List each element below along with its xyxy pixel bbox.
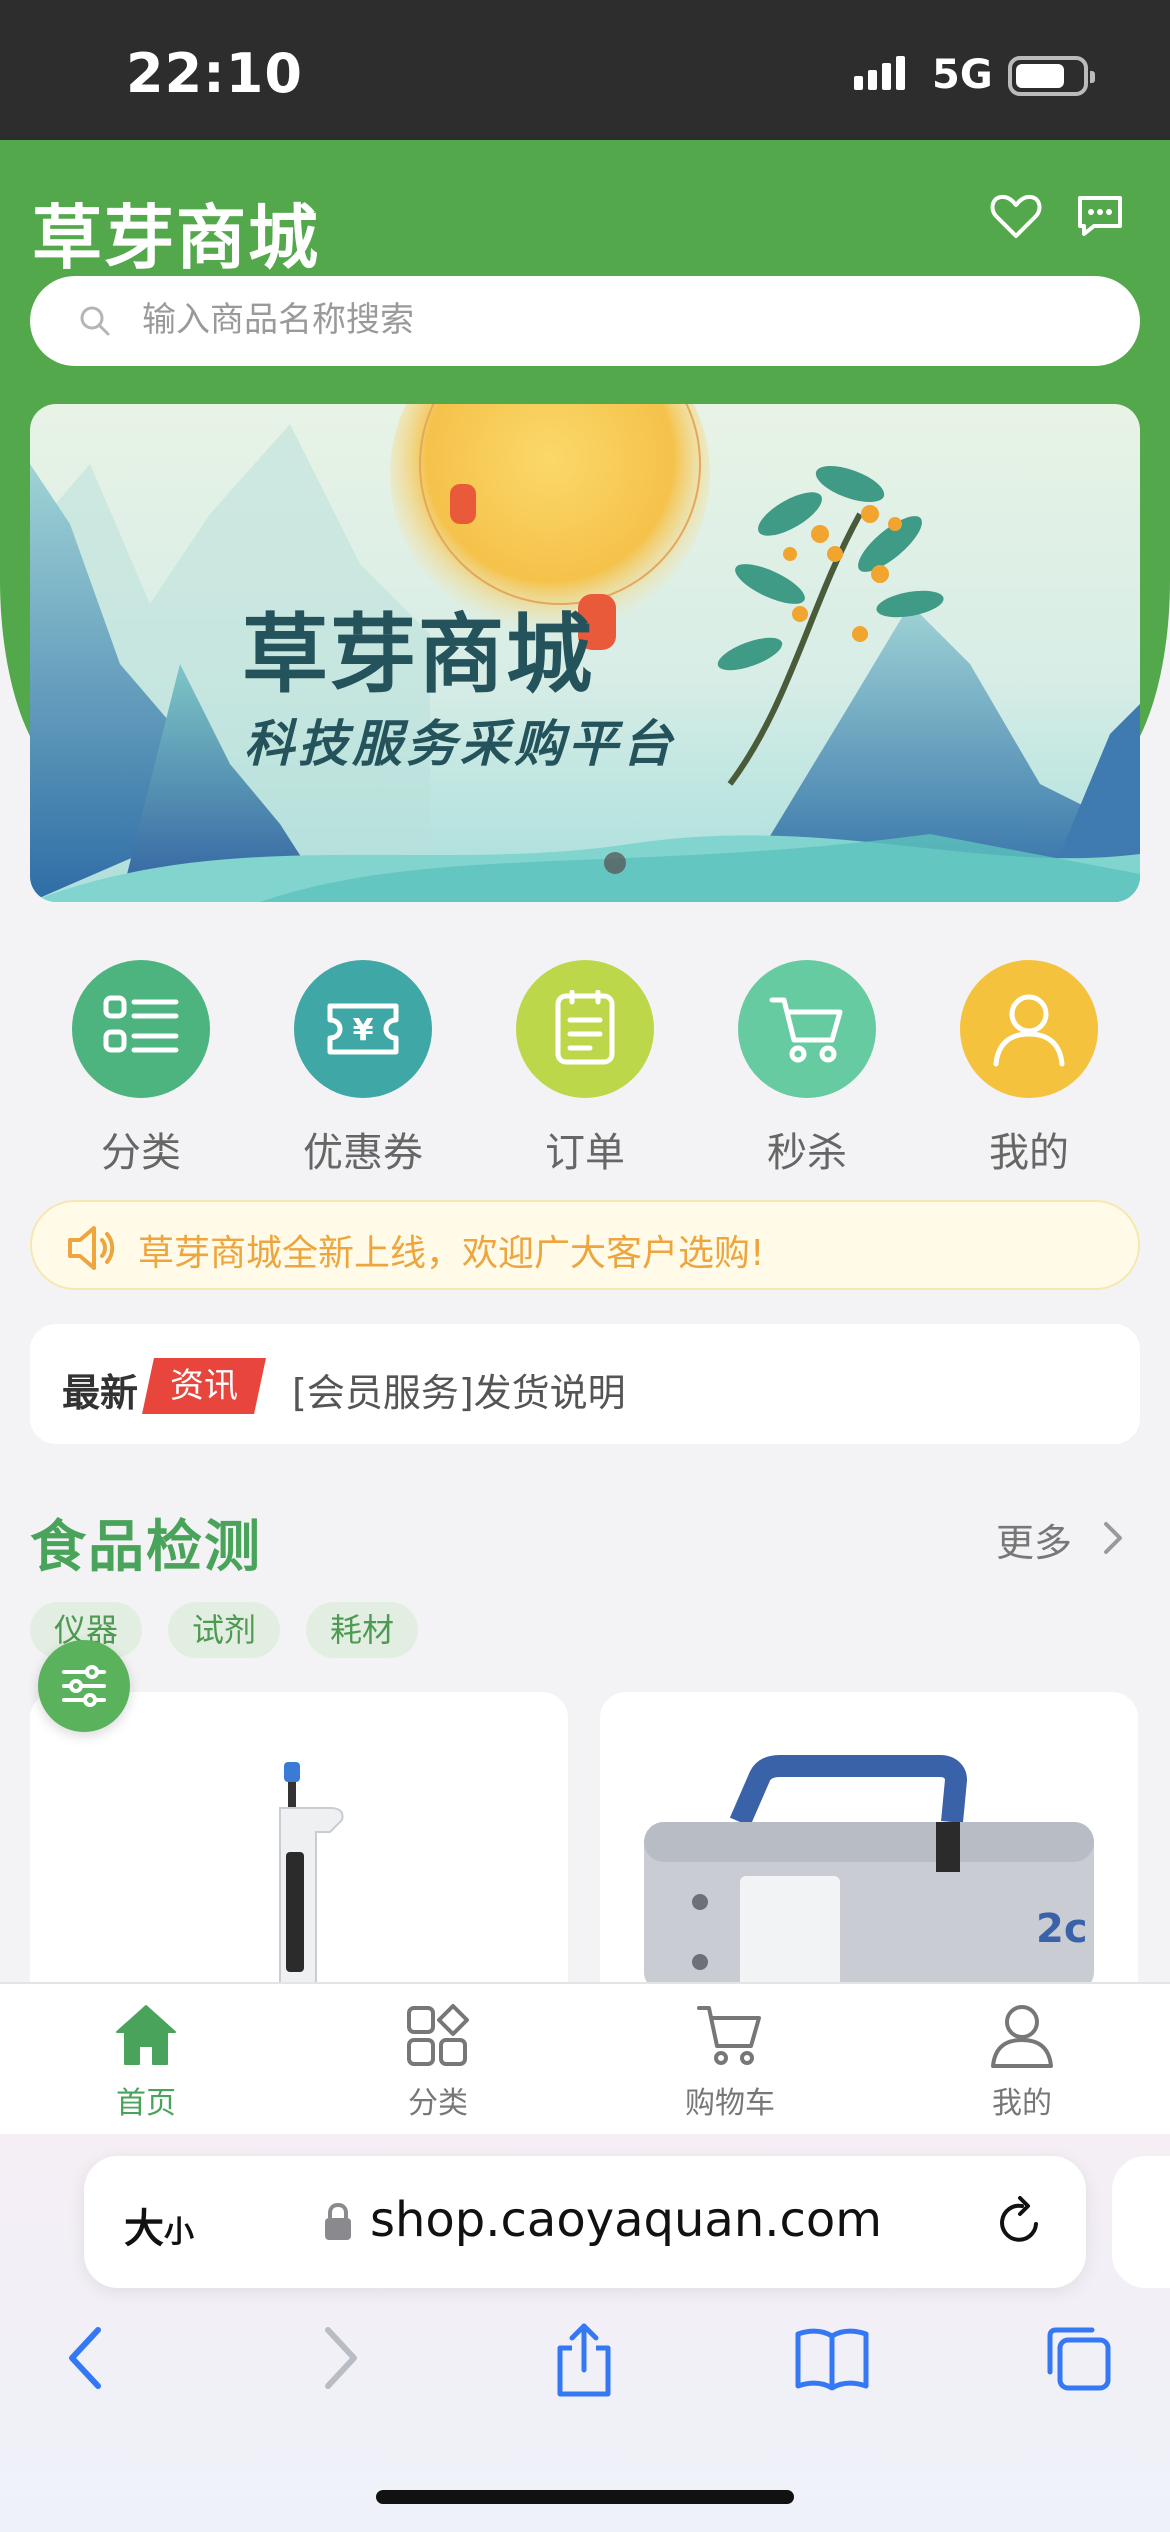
- carousel-indicator[interactable]: [604, 852, 626, 874]
- filter-fab-button[interactable]: [38, 1640, 130, 1732]
- product-image-vacuum-pump: 2c: [644, 1755, 1094, 1992]
- bookmarks-icon[interactable]: [794, 2322, 870, 2394]
- user-icon: [960, 960, 1098, 1098]
- cart-icon: [697, 2006, 761, 2065]
- svg-text:2c: 2c: [1036, 1906, 1088, 1952]
- category-icon: [407, 2004, 469, 2066]
- forward-icon[interactable]: [316, 2322, 364, 2394]
- next-tab-preview[interactable]: [1112, 2156, 1170, 2288]
- battery-icon: [1008, 56, 1095, 96]
- news-latest-label: 最新: [62, 1371, 139, 1415]
- chip-reagents[interactable]: 试剂: [168, 1602, 281, 1658]
- search-bar[interactable]: [30, 276, 1140, 366]
- quick-menu-category[interactable]: 分类: [41, 960, 241, 1178]
- network-label: 5G: [932, 52, 993, 98]
- quick-menu-label: 优惠券: [303, 1130, 423, 1176]
- home-indicator: [376, 2490, 794, 2504]
- status-time: 22:10: [126, 42, 303, 105]
- quick-menu-order[interactable]: 订单: [485, 960, 685, 1178]
- promo-banner[interactable]: 草芽商城 科技服务采购平台: [30, 404, 1140, 902]
- user-icon: [991, 2005, 1053, 2068]
- quick-menu-label: 秒杀: [767, 1130, 847, 1176]
- banner-title: 草芽商城: [242, 605, 594, 705]
- lock-icon: [325, 2202, 351, 2240]
- order-icon: [516, 960, 654, 1098]
- tab-home[interactable]: 首页: [46, 2002, 246, 2122]
- signal-icon: [854, 56, 910, 90]
- address-bar[interactable]: 大小 shop.caoyaquan.com: [84, 2156, 1086, 2288]
- speaker-icon: [68, 1226, 115, 1270]
- tab-label: 分类: [408, 2086, 468, 2121]
- search-icon: [80, 306, 110, 336]
- tab-label: 购物车: [685, 2086, 775, 2121]
- reload-icon[interactable]: [992, 2194, 1048, 2250]
- list-icon: [72, 960, 210, 1098]
- text-size-button[interactable]: 大小: [124, 2196, 194, 2254]
- product-image-pipette: [279, 1762, 344, 1992]
- tab-cart[interactable]: 购物车: [630, 2002, 830, 2122]
- banner-subtitle: 科技服务采购平台: [244, 715, 676, 773]
- announcement-text: 草芽商城全新上线，欢迎广大客户选购!: [138, 1233, 765, 1274]
- tab-category[interactable]: 分类: [338, 2002, 538, 2122]
- quick-menu-label: 分类: [101, 1130, 181, 1176]
- tabs-icon[interactable]: [1042, 2322, 1114, 2394]
- quick-menu-label: 我的: [989, 1130, 1069, 1176]
- home-icon: [116, 2005, 176, 2065]
- chevron-right-icon[interactable]: [1100, 1518, 1126, 1558]
- cart-icon: [738, 960, 876, 1098]
- quick-menu: 分类 ¥ 优惠券 订单 秒杀 我的: [0, 960, 1170, 1176]
- back-icon[interactable]: [62, 2322, 110, 2394]
- url-text[interactable]: shop.caoyaquan.com: [370, 2192, 882, 2248]
- quick-menu-flash-sale[interactable]: 秒杀: [707, 960, 907, 1178]
- tab-label: 我的: [992, 2086, 1052, 2121]
- coupon-icon: ¥: [294, 960, 432, 1098]
- chip-consumables[interactable]: 耗材: [306, 1602, 419, 1658]
- message-icon[interactable]: [1072, 188, 1128, 244]
- tab-label: 首页: [116, 2086, 176, 2121]
- announcement-bar[interactable]: 草芽商城全新上线，欢迎广大客户选购!: [30, 1200, 1140, 1290]
- heart-icon[interactable]: [988, 188, 1044, 244]
- search-input[interactable]: [142, 290, 1042, 350]
- news-badge: 资讯: [142, 1358, 266, 1414]
- section-title: 食品检测: [30, 1515, 262, 1580]
- app-title: 草芽商城: [32, 197, 320, 279]
- news-headline[interactable]: [会员服务]发货说明: [292, 1362, 626, 1417]
- quick-menu-mine[interactable]: 我的: [929, 960, 1129, 1178]
- svg-text:¥: ¥: [353, 1013, 374, 1048]
- share-icon[interactable]: [552, 2322, 616, 2398]
- bottom-tab-bar: 首页 分类 购物车 我的: [0, 1982, 1170, 2134]
- more-link[interactable]: 更多: [996, 1512, 1072, 1567]
- sliders-icon: [62, 1665, 106, 1707]
- product-card[interactable]: [30, 1692, 568, 1992]
- quick-menu-label: 订单: [545, 1130, 625, 1176]
- quick-menu-coupon[interactable]: ¥ 优惠券: [263, 960, 463, 1178]
- news-ticker[interactable]: 最新 资讯 [会员服务]发货说明: [30, 1324, 1140, 1444]
- tab-mine[interactable]: 我的: [922, 2002, 1122, 2122]
- status-bar: 22:10 5G: [0, 0, 1170, 140]
- product-card[interactable]: 2c: [600, 1692, 1138, 1992]
